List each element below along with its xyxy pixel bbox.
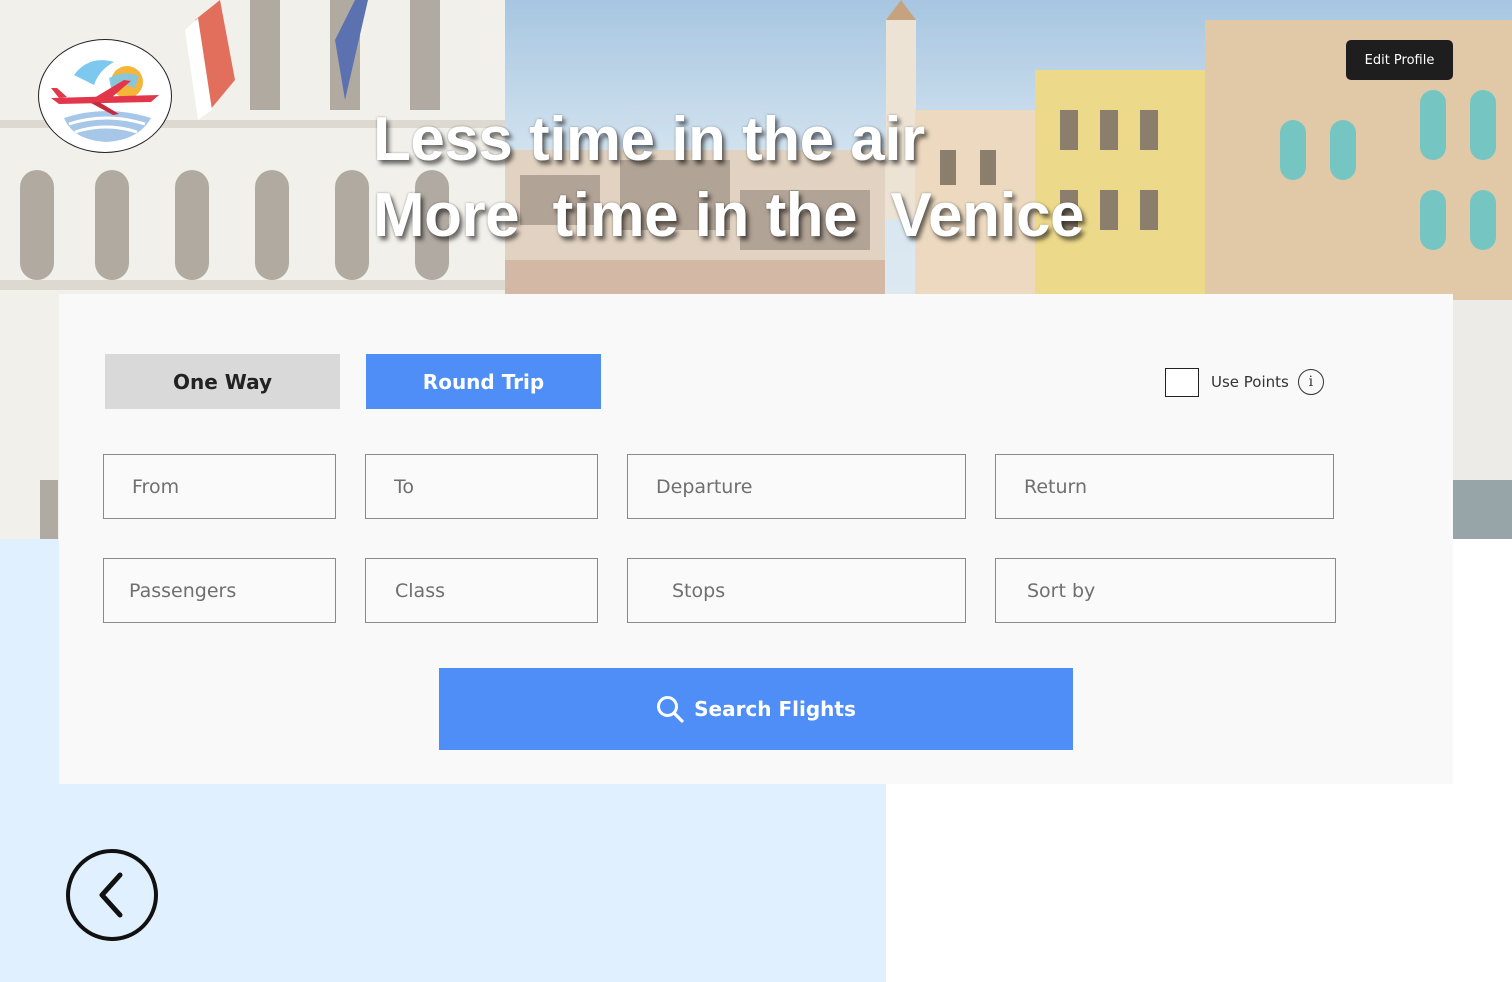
hero-headline: Less time in the air More time in the Ve… bbox=[373, 102, 1273, 254]
stops-input[interactable] bbox=[627, 558, 966, 623]
class-input[interactable] bbox=[365, 558, 598, 623]
sort-by-input[interactable] bbox=[995, 558, 1336, 623]
flight-search-card: One Way Round Trip Use Points i Search F… bbox=[59, 294, 1453, 784]
use-points-checkbox[interactable] bbox=[1165, 367, 1199, 397]
use-points-label: Use Points bbox=[1211, 373, 1289, 391]
headline-line-2: More time in the Venice bbox=[373, 181, 1085, 250]
to-input[interactable] bbox=[365, 454, 598, 519]
from-input[interactable] bbox=[103, 454, 336, 519]
chevron-left-circle-icon bbox=[99, 872, 123, 918]
search-flights-button[interactable]: Search Flights bbox=[439, 668, 1073, 750]
one-way-button[interactable]: One Way bbox=[105, 354, 340, 409]
search-flights-label: Search Flights bbox=[694, 697, 856, 721]
passengers-input[interactable] bbox=[103, 558, 336, 623]
edit-profile-button[interactable]: Edit Profile bbox=[1346, 40, 1453, 80]
info-icon[interactable]: i bbox=[1297, 369, 1324, 395]
use-points-option: Use Points i bbox=[1165, 367, 1324, 397]
back-button[interactable] bbox=[66, 849, 158, 941]
headline-line-1: Less time in the air bbox=[373, 105, 925, 174]
return-input[interactable] bbox=[995, 454, 1334, 519]
departure-input[interactable] bbox=[627, 454, 966, 519]
round-trip-button[interactable]: Round Trip bbox=[366, 354, 601, 409]
airplane-sun-logo-icon[interactable] bbox=[38, 39, 172, 153]
search-icon bbox=[657, 696, 684, 723]
